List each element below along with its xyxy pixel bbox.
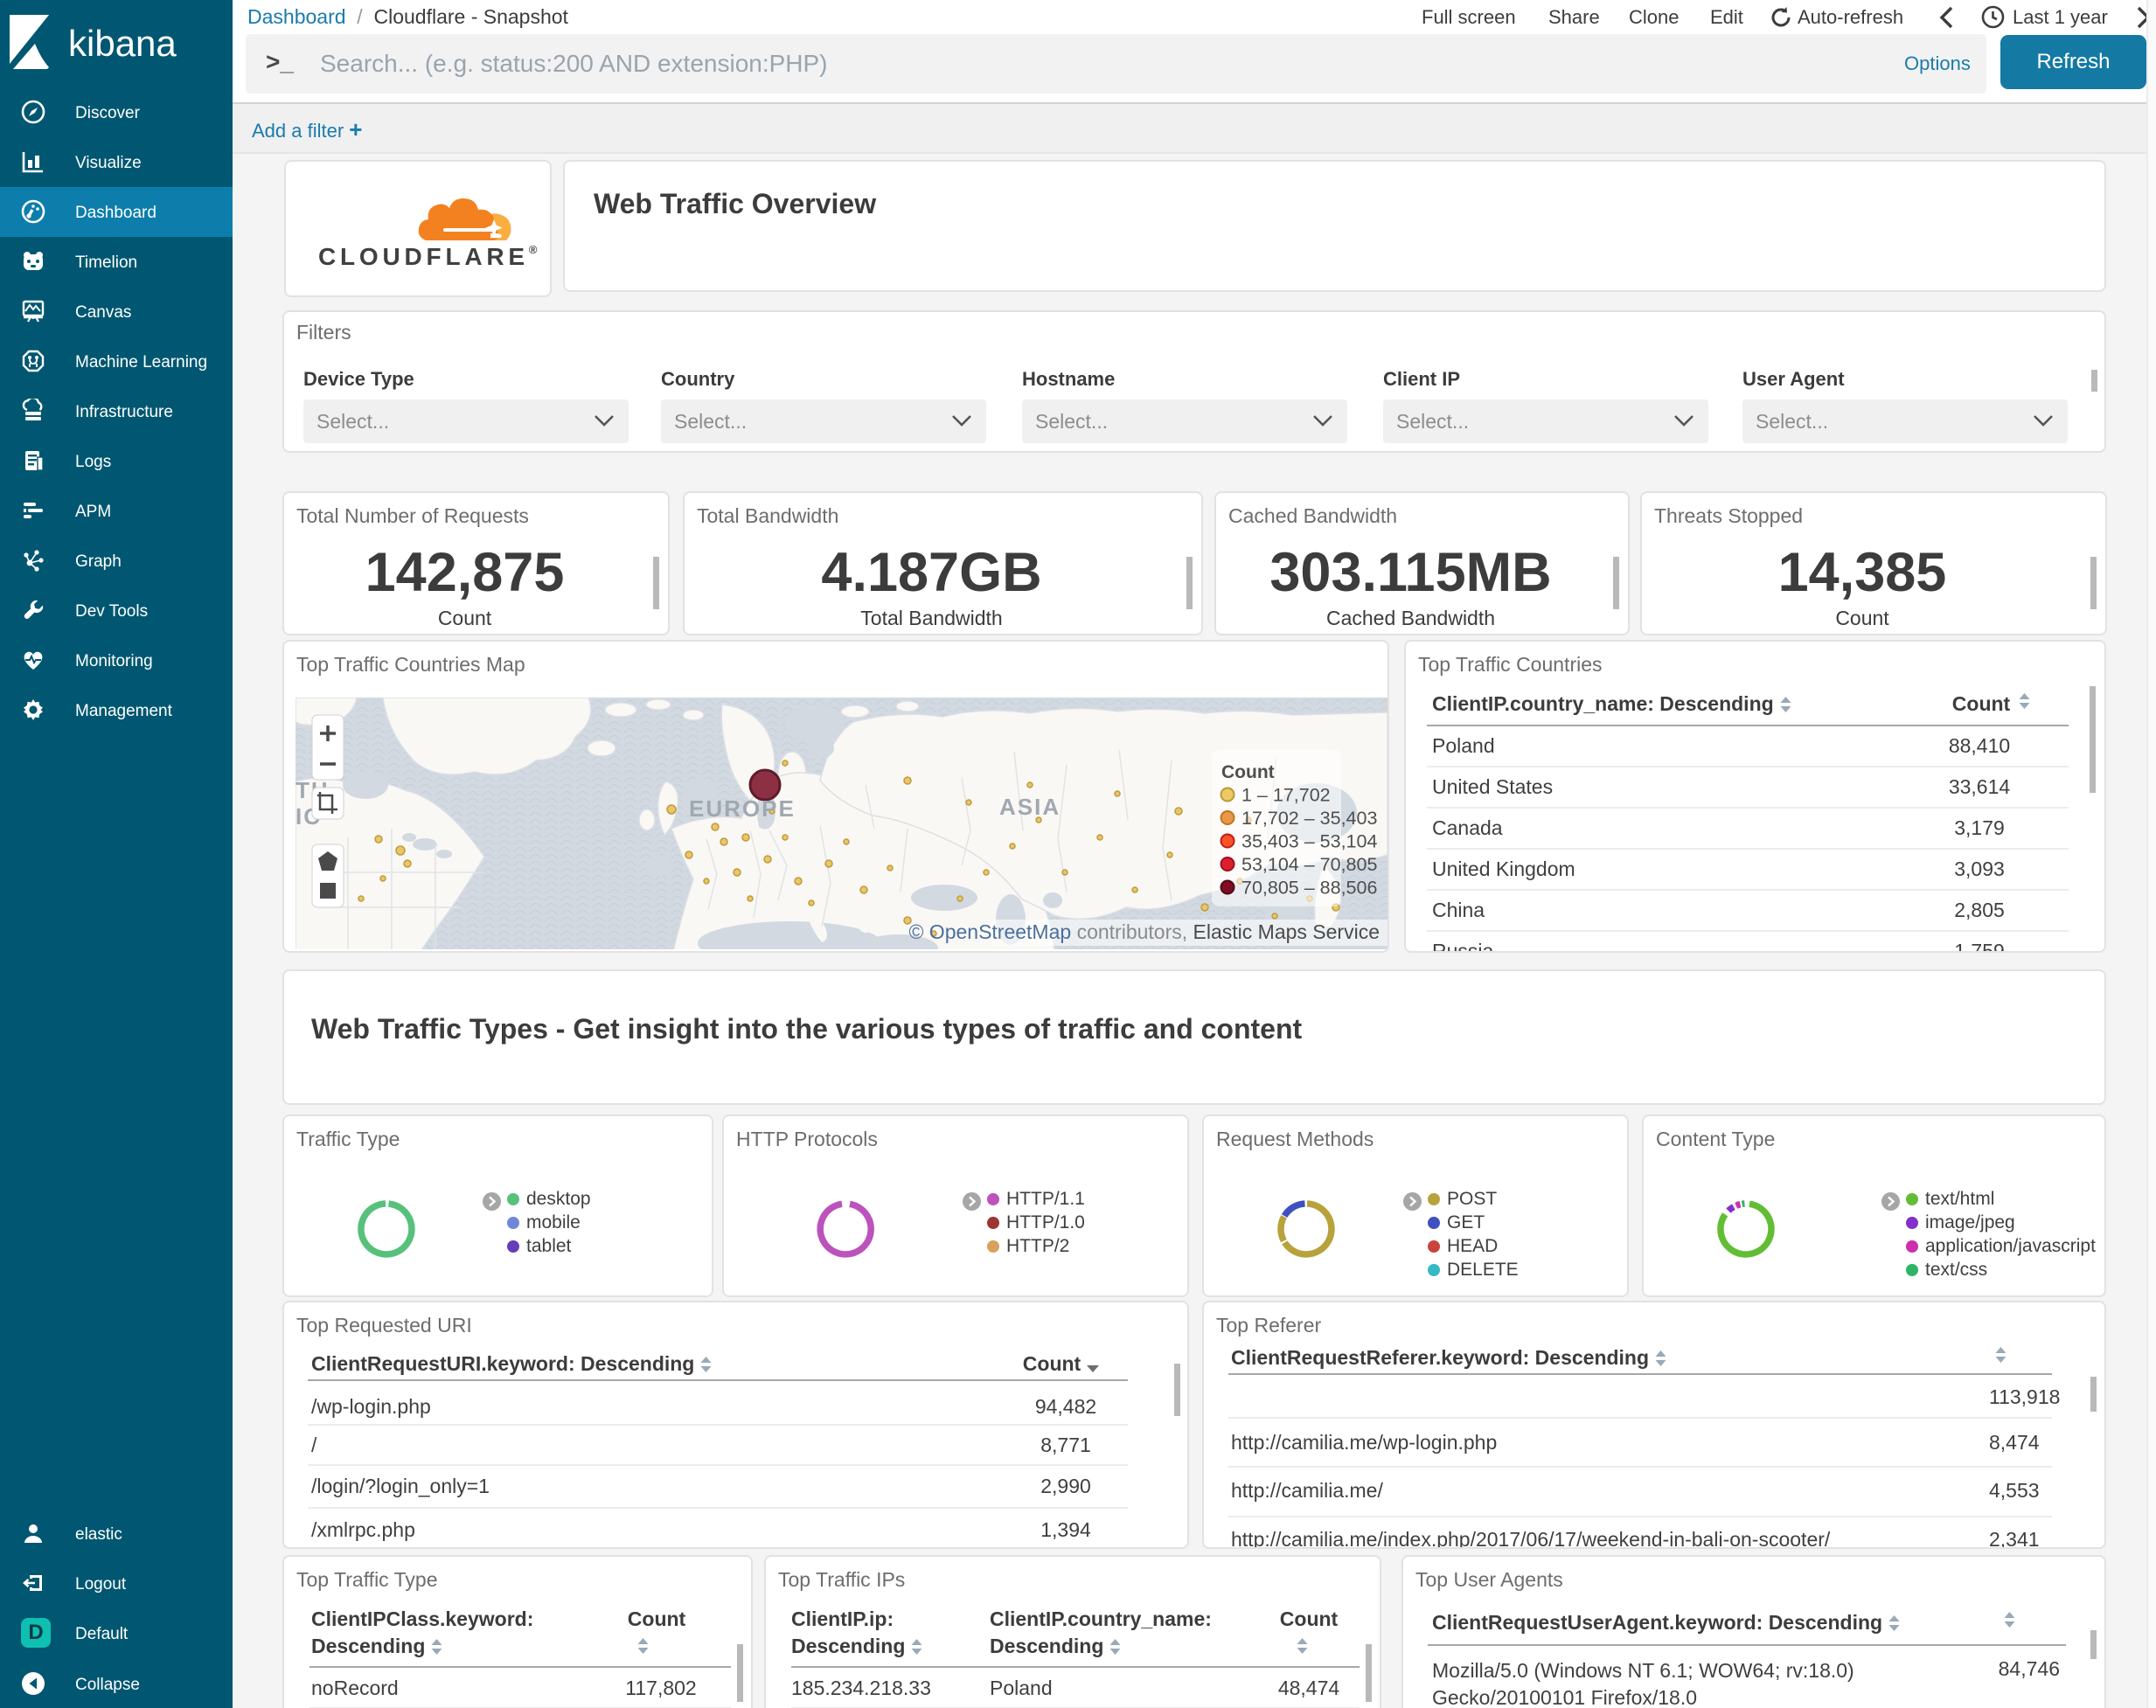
- svg-text:© OpenStreetMap contributors,: © OpenStreetMap contributors, Elastic Ma…: [908, 920, 1380, 943]
- svg-text:ASIA: ASIA: [999, 794, 1061, 820]
- svg-text:EUROPE: EUROPE: [689, 795, 796, 822]
- svg-text:35,403 – 53,104: 35,403 – 53,104: [1241, 831, 1377, 852]
- svg-text:17,702 – 35,403: 17,702 – 35,403: [1241, 808, 1377, 829]
- svg-text:70,805 – 88,506: 70,805 – 88,506: [1241, 878, 1377, 899]
- svg-text:1 – 17,702: 1 – 17,702: [1241, 785, 1331, 806]
- svg-text:Count: Count: [1221, 762, 1275, 782]
- svg-text:53,104 – 70,805: 53,104 – 70,805: [1241, 854, 1377, 875]
